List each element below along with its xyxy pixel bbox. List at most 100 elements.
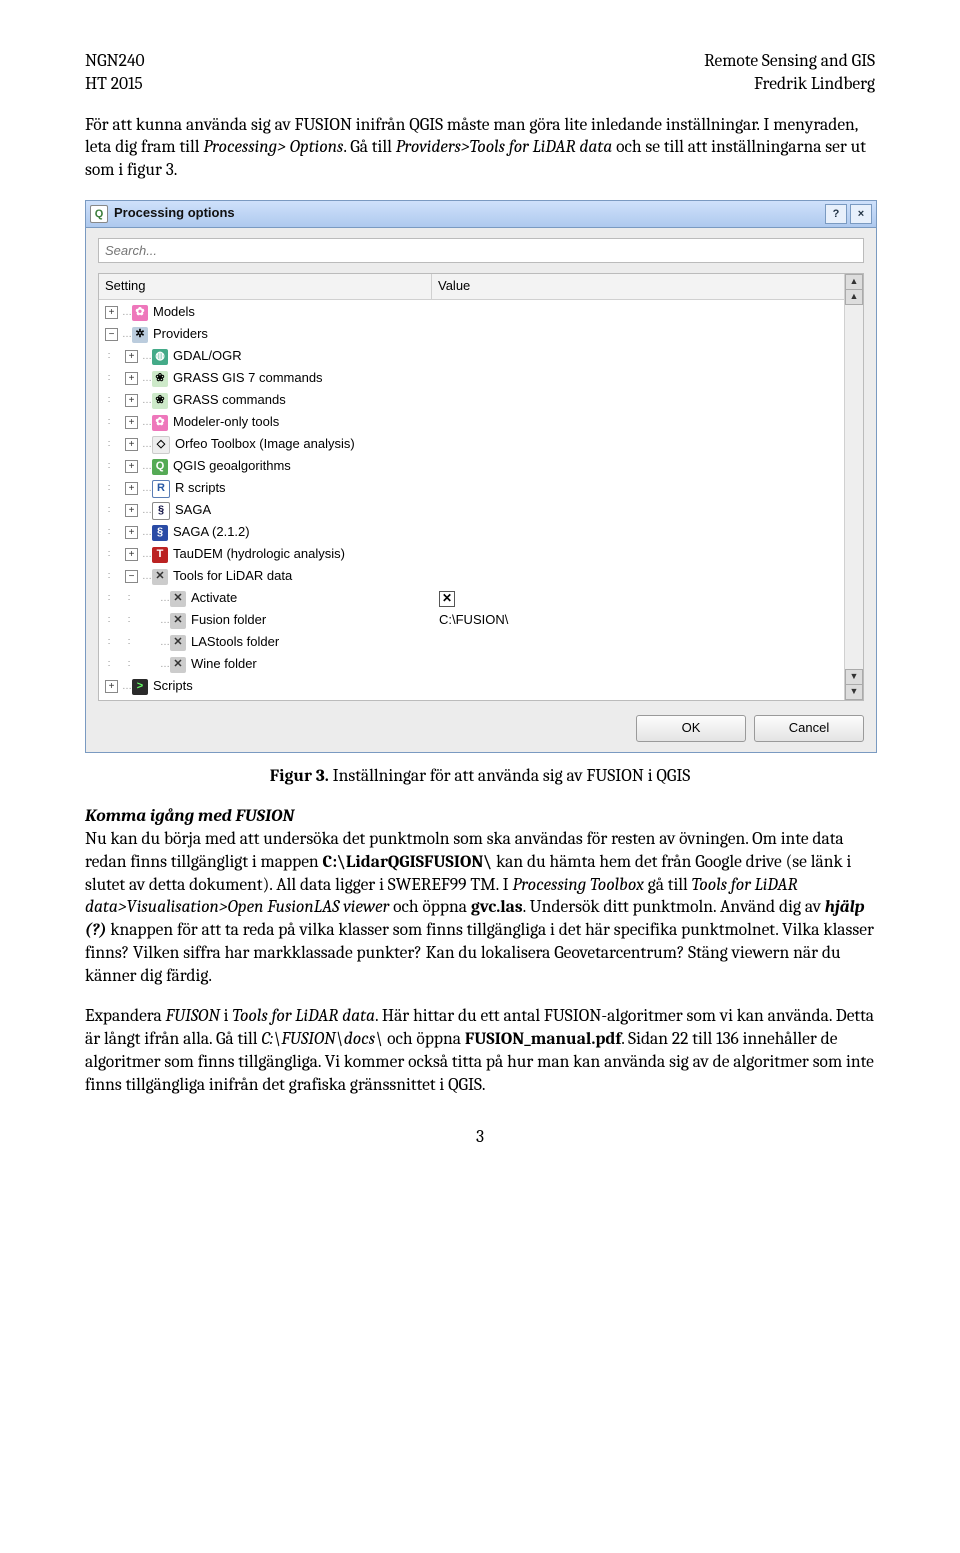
tree-row[interactable]: ∶∶…✕Activate✕ xyxy=(99,588,863,610)
tree-connector: … xyxy=(160,614,168,627)
scroll-up-icon[interactable]: ▲ xyxy=(845,289,863,305)
gear-icon: ✲ xyxy=(132,327,148,343)
tree-indent-guide: ∶ xyxy=(105,592,113,605)
tree-item-label: Modeler-only tools xyxy=(173,414,279,431)
tree-row[interactable]: ∶+…❀GRASS commands xyxy=(99,390,863,412)
tree-indent-guide: ∶ xyxy=(125,614,133,627)
tree-connector: … xyxy=(142,460,150,473)
tree-item-label: SAGA (2.1.2) xyxy=(173,524,250,541)
tree-expander-icon[interactable]: + xyxy=(125,350,138,363)
close-button[interactable]: × xyxy=(850,204,872,224)
header-right-line2: Fredrik Lindberg xyxy=(754,73,875,96)
section-expandera-fusion: Expandera FUISON i Tools for LiDAR data.… xyxy=(85,1005,875,1096)
tree-indent-guide: ∶ xyxy=(105,636,113,649)
tree-expander-icon[interactable]: + xyxy=(105,306,118,319)
fusion-ref: FUISON xyxy=(166,1006,220,1026)
tree-connector: … xyxy=(142,526,150,539)
text: gå till xyxy=(644,875,692,895)
tool-icon: ✕ xyxy=(170,635,186,651)
tree-expander-icon[interactable]: + xyxy=(125,394,138,407)
qgis-icon: Q xyxy=(152,459,168,475)
tree-expander-icon[interactable]: − xyxy=(125,570,138,583)
activate-checkbox[interactable]: ✕ xyxy=(439,591,455,607)
tree-row[interactable]: ∶∶…✕Wine folder xyxy=(99,654,863,676)
menu-path-processing-options: Processing> Options xyxy=(203,137,343,157)
setting-value[interactable]: C:\FUSION\ xyxy=(439,612,508,629)
text: i xyxy=(220,1006,233,1026)
tree-item-label: Providers xyxy=(153,326,208,343)
section-komma-igang: Komma igång med FUSION Nu kan du börja m… xyxy=(85,805,875,987)
tree-row[interactable]: ∶+…RR scripts xyxy=(99,478,863,500)
tree-item-label: LAStools folder xyxy=(191,634,279,651)
tree-indent-guide: ∶ xyxy=(105,548,113,561)
tree-item-label: GRASS commands xyxy=(173,392,286,409)
tree-row[interactable]: ∶+…◍GDAL/OGR xyxy=(99,346,863,368)
tree-expander-icon[interactable]: + xyxy=(125,438,138,451)
tree-indent-guide: ∶ xyxy=(105,350,113,363)
globe-icon: ◍ xyxy=(152,349,168,365)
tree-connector: … xyxy=(122,328,130,341)
scroll-down-icon[interactable]: ▼ xyxy=(845,669,863,685)
vertical-scrollbar[interactable]: ▲ ▲ ▼ ▼ xyxy=(844,274,863,700)
tree-item-label: Fusion folder xyxy=(191,612,266,629)
tree-expander-icon[interactable]: + xyxy=(125,416,138,429)
tree-indent-guide: ∶ xyxy=(105,614,113,627)
cancel-button[interactable]: Cancel xyxy=(754,715,864,742)
grass-icon: ❀ xyxy=(152,393,168,409)
tree-row[interactable]: ∶+…❀GRASS GIS 7 commands xyxy=(99,368,863,390)
tree-row[interactable]: +…>Scripts xyxy=(99,676,863,698)
scroll-up-icon[interactable]: ▲ xyxy=(845,274,863,290)
scroll-down-icon[interactable]: ▼ xyxy=(845,684,863,700)
tree-row[interactable]: ∶+…§SAGA (2.1.2) xyxy=(99,522,863,544)
tree-expander-icon[interactable]: + xyxy=(125,548,138,561)
tree-row[interactable]: ∶∶…✕Fusion folderC:\FUSION\ xyxy=(99,610,863,632)
help-button[interactable]: ? xyxy=(825,204,847,224)
tree-row[interactable]: ∶+…QQGIS geoalgorithms xyxy=(99,456,863,478)
tree-expander-icon[interactable]: + xyxy=(105,680,118,693)
tree-connector: … xyxy=(160,636,168,649)
tree-item-label: Scripts xyxy=(153,678,193,695)
tree-row[interactable]: ∶+…✿Modeler-only tools xyxy=(99,412,863,434)
column-header-setting[interactable]: Setting xyxy=(99,274,432,299)
tree-row[interactable]: −…✲ Providers xyxy=(99,324,863,346)
tree-expander-icon[interactable]: + xyxy=(125,526,138,539)
tree-connector: … xyxy=(142,482,150,495)
saga2-icon: § xyxy=(152,525,168,541)
tree-indent-guide: ∶ xyxy=(105,570,113,583)
tree-expander-icon[interactable]: + xyxy=(125,504,138,517)
tree-expander-icon[interactable]: + xyxy=(125,482,138,495)
page-number: 3 xyxy=(85,1126,875,1149)
tree-expander-icon[interactable]: + xyxy=(125,372,138,385)
tree-row[interactable]: ∶+…TTauDEM (hydrologic analysis) xyxy=(99,544,863,566)
tree-expander-icon[interactable]: + xyxy=(125,460,138,473)
tool-icon: ✕ xyxy=(170,657,186,673)
menu-path-providers-lidar: Providers>Tools for LiDAR data xyxy=(396,137,613,157)
tree-indent-guide: ∶ xyxy=(105,482,113,495)
header-left-line2: HT 2015 xyxy=(85,73,143,96)
tree-connector: … xyxy=(142,570,150,583)
tree-row[interactable]: +…✿Models xyxy=(99,302,863,324)
ok-button[interactable]: OK xyxy=(636,715,746,742)
tree-row[interactable]: ∶∶…✕LAStools folder xyxy=(99,632,863,654)
text: och öppna xyxy=(383,1029,465,1049)
header-right-line1: Remote Sensing and GIS xyxy=(704,50,875,73)
tool-icon: ✕ xyxy=(170,591,186,607)
processing-options-dialog: Q Processing options ? × Setting Value +… xyxy=(85,200,877,753)
tree-row[interactable]: ∶−…✕Tools for LiDAR data xyxy=(99,566,863,588)
figure-caption: Figur 3. Inställningar för att använda s… xyxy=(85,765,875,788)
tree-expander-icon[interactable]: − xyxy=(105,328,118,341)
manual-filename: FUSION_manual.pdf xyxy=(465,1029,621,1049)
tree-indent-guide: ∶ xyxy=(105,460,113,473)
tree-row[interactable]: ∶+…§SAGA xyxy=(99,500,863,522)
tree-item-label: GRASS GIS 7 commands xyxy=(173,370,323,387)
tree-expander-spacer xyxy=(145,659,156,670)
tree-connector: … xyxy=(142,416,150,429)
tree-row[interactable]: ∶+…◇Orfeo Toolbox (Image analysis) xyxy=(99,434,863,456)
tool-icon: ✕ xyxy=(152,569,168,585)
search-input[interactable] xyxy=(98,238,864,263)
column-header-value[interactable]: Value xyxy=(432,274,863,299)
grass-icon: ❀ xyxy=(152,371,168,387)
figure-text: Inställningar för att använda sig av FUS… xyxy=(329,766,691,786)
tree-connector: … xyxy=(142,438,150,451)
tree-indent-guide: ∶ xyxy=(125,592,133,605)
